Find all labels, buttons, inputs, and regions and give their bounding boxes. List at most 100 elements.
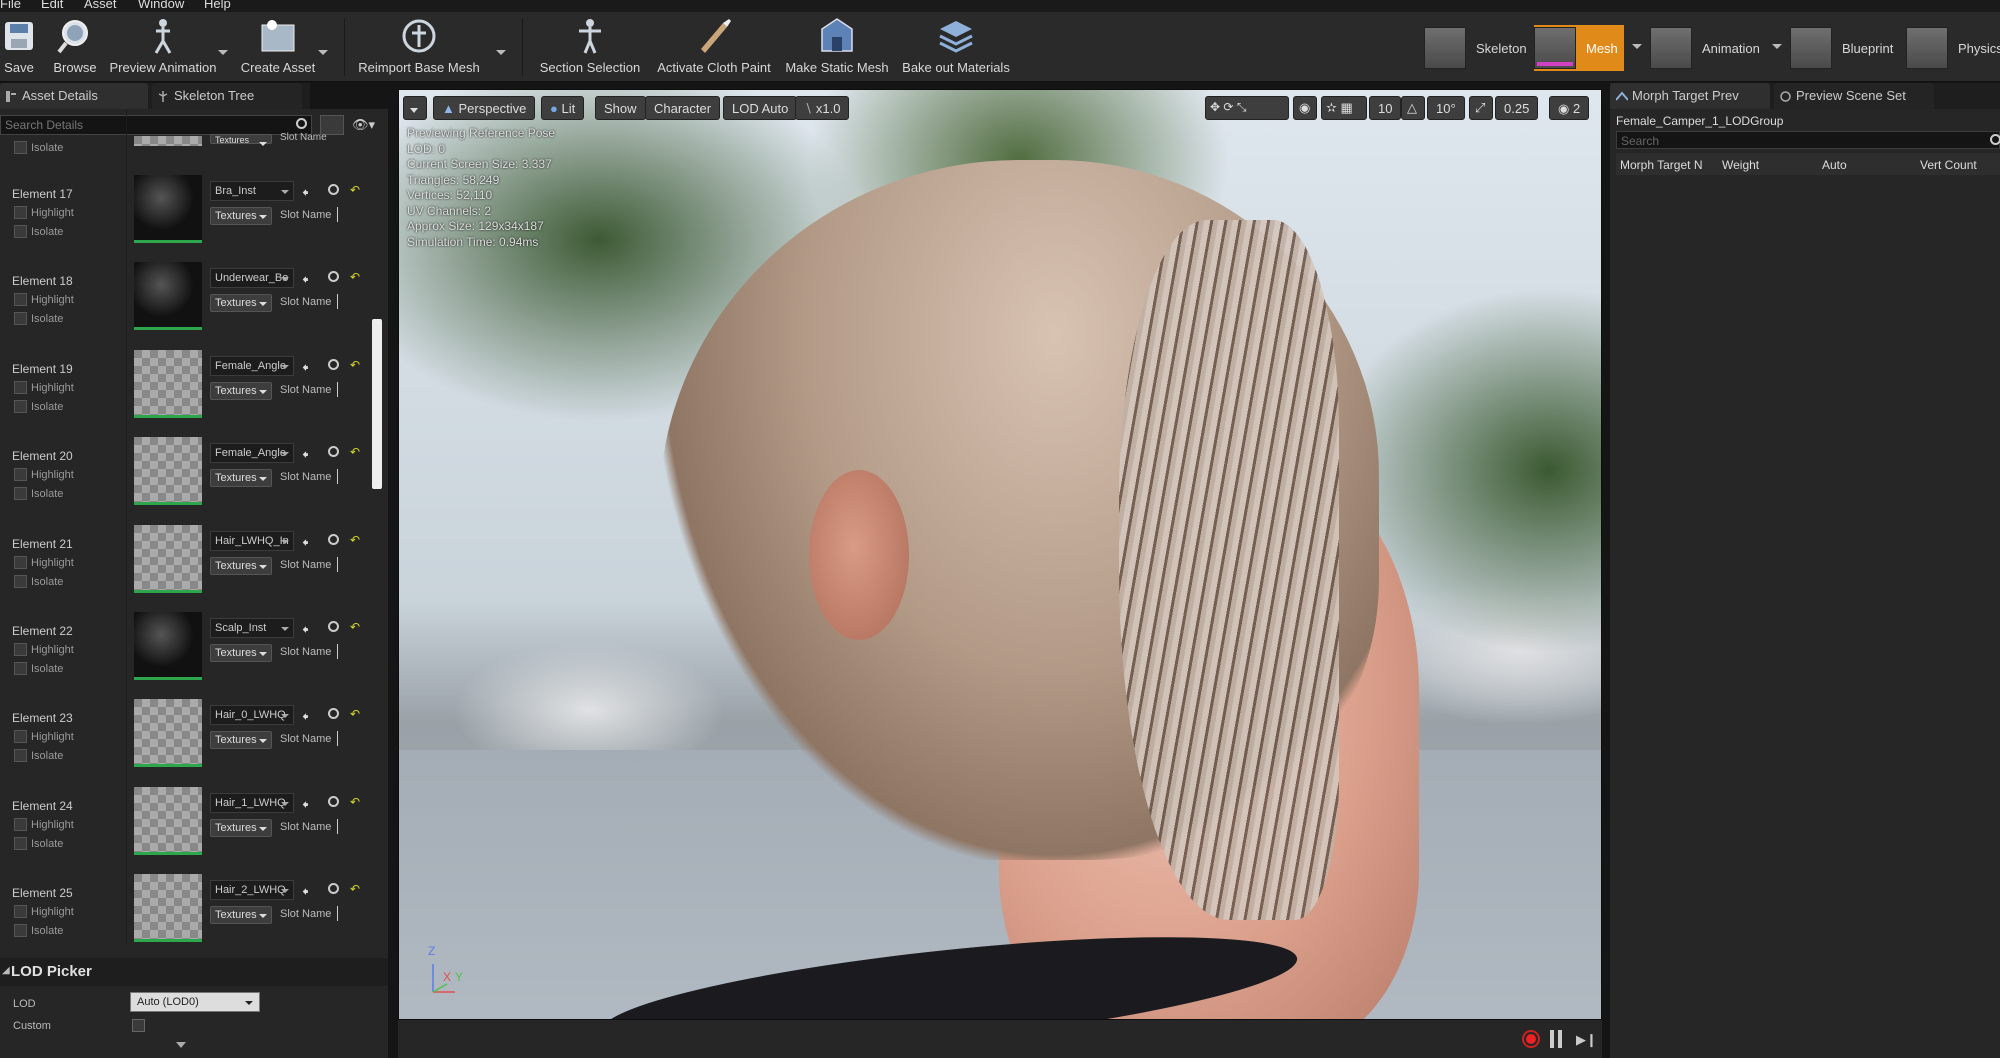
- browse-search-icon[interactable]: [328, 271, 339, 283]
- mode-physics-button[interactable]: Physics: [1906, 25, 2000, 71]
- browse-search-icon[interactable]: [328, 533, 339, 545]
- isolate-checkbox[interactable]: [14, 487, 27, 501]
- menu-help[interactable]: Help: [204, 0, 231, 11]
- browse-search-icon[interactable]: [328, 184, 339, 195]
- transform-mode-group[interactable]: ✥ ⟳ ⤡: [1205, 96, 1289, 120]
- textures-dropdown[interactable]: Textures: [210, 906, 272, 925]
- textures-dropdown[interactable]: Textures: [210, 294, 272, 313]
- textures-dropdown[interactable]: Textures: [210, 207, 272, 225]
- expand-arrow-icon[interactable]: [176, 1042, 186, 1048]
- isolate-checkbox[interactable]: [14, 924, 27, 938]
- browse-search-icon[interactable]: [328, 621, 339, 632]
- scale-snap-icon[interactable]: ⤢: [1469, 96, 1493, 120]
- slot-name-input[interactable]: [337, 556, 338, 572]
- create-asset-dropdown-icon[interactable]: [318, 50, 328, 55]
- perspective-button[interactable]: ▲ Perspective: [433, 96, 536, 120]
- material-thumbnail[interactable]: [134, 262, 202, 331]
- make-static-mesh-button[interactable]: Make Static Mesh: [785, 16, 889, 78]
- material-thumbnail[interactable]: [134, 786, 202, 855]
- record-button[interactable]: [1522, 1030, 1540, 1048]
- browse-button[interactable]: Browse: [52, 16, 98, 78]
- material-thumbnail[interactable]: [134, 874, 202, 943]
- column-vert-count[interactable]: Vert Count: [1920, 158, 1977, 172]
- rotation-snap-value[interactable]: 10°: [1427, 96, 1465, 120]
- highlight-checkbox[interactable]: [14, 905, 27, 919]
- material-thumbnail[interactable]: [134, 437, 202, 506]
- lit-button[interactable]: ● Lit: [541, 96, 585, 120]
- material-select[interactable]: Hair_2_LWHQ: [210, 880, 294, 901]
- browse-search-icon[interactable]: [328, 708, 339, 720]
- material-thumbnail[interactable]: [134, 699, 202, 768]
- preview-animation-button[interactable]: Preview Animation: [108, 16, 218, 78]
- slot-name-input[interactable]: [337, 294, 338, 310]
- menu-asset[interactable]: Asset: [84, 0, 117, 11]
- eye-visibility-icon[interactable]: 👁▾: [352, 117, 375, 133]
- camera-speed-button[interactable]: ◉ 2: [1549, 96, 1590, 120]
- world-local-icon[interactable]: ◉: [1293, 96, 1317, 120]
- material-select[interactable]: Hair_LWHQ_In: [210, 530, 294, 551]
- highlight-checkbox[interactable]: [14, 206, 27, 219]
- mode-animation-button[interactable]: Animation: [1650, 25, 1760, 71]
- lod-picker-header[interactable]: ◢ LOD Picker: [0, 958, 388, 986]
- bake-out-materials-button[interactable]: Bake out Materials: [900, 16, 1012, 78]
- slot-name-input[interactable]: [337, 207, 338, 222]
- browse-search-icon[interactable]: [328, 358, 339, 370]
- slot-name-input[interactable]: [337, 731, 338, 747]
- reset-to-default-icon[interactable]: ↶: [350, 183, 360, 197]
- menu-edit[interactable]: Edit: [41, 0, 63, 11]
- textures-dropdown[interactable]: Textures: [210, 644, 272, 662]
- textures-dropdown[interactable]: Textures: [210, 381, 272, 400]
- isolate-checkbox[interactable]: [14, 836, 27, 850]
- isolate-checkbox[interactable]: [14, 225, 27, 238]
- highlight-checkbox[interactable]: [14, 555, 27, 569]
- save-button[interactable]: Save: [0, 16, 38, 78]
- highlight-checkbox[interactable]: [14, 380, 27, 394]
- textures-dropdown[interactable]: Textures: [210, 556, 272, 575]
- isolate-checkbox[interactable]: [14, 574, 27, 588]
- material-select[interactable]: Female_Angle: [210, 443, 294, 464]
- highlight-checkbox[interactable]: [14, 643, 27, 656]
- lod-select[interactable]: Auto (LOD0): [130, 992, 260, 1012]
- highlight-checkbox[interactable]: [14, 468, 27, 482]
- slot-name-input[interactable]: [337, 381, 338, 397]
- browse-search-icon[interactable]: [328, 795, 339, 807]
- reset-to-default-icon[interactable]: ↶: [350, 533, 360, 547]
- activate-cloth-paint-button[interactable]: Activate Cloth Paint: [656, 16, 772, 78]
- browse-search-icon[interactable]: [328, 446, 339, 458]
- playback-speed-button[interactable]: ∖ x1.0: [795, 96, 850, 120]
- textures-dropdown[interactable]: Textures: [210, 134, 272, 146]
- show-button[interactable]: Show: [595, 96, 646, 120]
- details-scrollbar[interactable]: [372, 319, 382, 489]
- rotation-snap-icon[interactable]: △: [1401, 96, 1425, 120]
- menu-file[interactable]: File: [0, 0, 21, 11]
- isolate-checkbox[interactable]: [14, 662, 27, 675]
- use-selected-arrow-icon[interactable]: 🠸: [302, 621, 309, 643]
- reset-to-default-icon[interactable]: ↶: [350, 270, 360, 284]
- textures-dropdown[interactable]: Textures: [210, 731, 272, 750]
- isolate-checkbox[interactable]: [14, 749, 27, 763]
- highlight-checkbox[interactable]: [14, 817, 27, 831]
- use-selected-arrow-icon[interactable]: 🠸: [302, 883, 309, 905]
- viewport-options-button[interactable]: [403, 96, 427, 120]
- custom-lod-checkbox[interactable]: [132, 1019, 145, 1032]
- slot-name-input[interactable]: [337, 644, 338, 659]
- tab-morph-target-preview[interactable]: Morph Target Prev: [1610, 83, 1770, 109]
- material-select[interactable]: Hair_0_LWHQ: [210, 705, 294, 726]
- reimport-dropdown-icon[interactable]: [496, 50, 506, 55]
- isolate-checkbox[interactable]: [14, 312, 27, 326]
- step-forward-button[interactable]: ▶❙: [1576, 1032, 1597, 1048]
- use-selected-arrow-icon[interactable]: 🠸: [302, 184, 309, 206]
- tab-asset-details[interactable]: Asset Details: [0, 83, 148, 109]
- slot-name-input[interactable]: [337, 906, 338, 922]
- material-thumbnail[interactable]: [134, 612, 202, 680]
- lod-auto-button[interactable]: LOD Auto: [723, 96, 798, 120]
- reset-to-default-icon[interactable]: ↶: [350, 882, 360, 896]
- material-thumbnail[interactable]: [134, 349, 202, 418]
- material-thumbnail[interactable]: [134, 136, 202, 146]
- use-selected-arrow-icon[interactable]: 🠸: [302, 271, 309, 293]
- material-thumbnail[interactable]: [134, 524, 202, 593]
- create-asset-button[interactable]: Create Asset: [240, 16, 316, 78]
- section-selection-button[interactable]: Section Selection: [538, 16, 642, 78]
- material-select[interactable]: Underwear_Bo: [210, 268, 294, 289]
- animation-mode-dropdown-icon[interactable]: [1772, 44, 1782, 49]
